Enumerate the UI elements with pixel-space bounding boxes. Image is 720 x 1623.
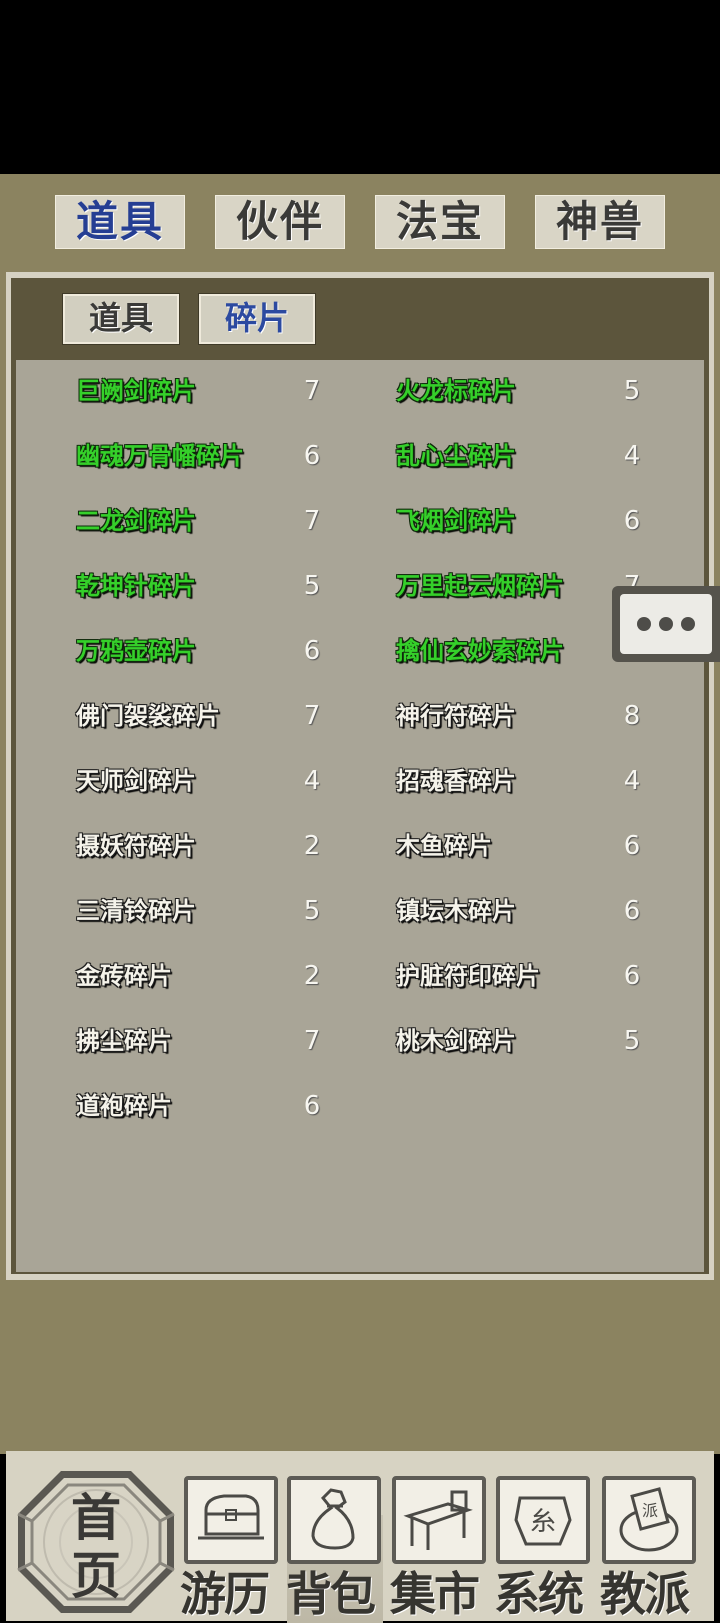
fragment-item[interactable]: 桃木剑碎片 5 [396, 1021, 662, 1061]
market-stall-icon[interactable] [392, 1476, 486, 1564]
fragment-name: 万鸦壶碎片 [76, 637, 196, 665]
fragment-name: 天师剑碎片 [76, 767, 196, 795]
fragment-name: 护脏符印碎片 [396, 962, 540, 990]
fragment-count: 6 [623, 961, 641, 991]
fragment-name: 乱心尘碎片 [396, 442, 516, 470]
fragment-count: 6 [623, 831, 641, 861]
fragment-count: 4 [623, 766, 641, 796]
fragment-name: 飞烟剑碎片 [396, 507, 516, 535]
fragment-name: 二龙剑碎片 [76, 507, 196, 535]
more-button[interactable] [612, 586, 720, 662]
fragment-count: 6 [623, 506, 641, 536]
fragment-name: 镇坛木碎片 [396, 897, 516, 925]
fragment-count: 2 [303, 961, 321, 991]
fragment-name: 木鱼碎片 [396, 832, 492, 860]
fragment-count: 7 [303, 701, 321, 731]
fragment-name: 幽魂万骨幡碎片 [76, 442, 244, 470]
tab-beasts[interactable]: 神兽 [535, 195, 665, 249]
fragment-item[interactable]: 镇坛木碎片 6 [396, 891, 662, 931]
fragment-item[interactable]: 拂尘碎片 7 [76, 1021, 342, 1061]
fragment-item[interactable]: 天师剑碎片 4 [76, 761, 342, 801]
fragment-count: 5 [303, 571, 321, 601]
fragment-count: 7 [303, 1026, 321, 1056]
fragment-item[interactable]: 巨阙剑碎片 7 [76, 371, 342, 411]
fragment-count: 8 [623, 701, 641, 731]
tab-items[interactable]: 道具 [55, 195, 185, 249]
fragment-item[interactable]: 佛门袈裟碎片 7 [76, 696, 342, 736]
fragment-name: 拂尘碎片 [76, 1027, 172, 1055]
fragment-item[interactable]: 金砖碎片 2 [76, 956, 342, 996]
fragment-count: 5 [303, 896, 321, 926]
cloth-bag-icon[interactable] [287, 1476, 381, 1564]
top-tab-bar: 道具 伙伴 法宝 神兽 [0, 174, 720, 274]
fragment-name: 擒仙玄妙索碎片 [396, 637, 564, 665]
inventory-panel-inner: 道具 碎片 巨阙剑碎片 7 幽魂万骨幡碎片 6 二龙剑碎片 7 乾坤针碎片 5 万鸦壶碎片 6 佛门… [11, 278, 709, 1274]
fragment-count: 5 [623, 1026, 641, 1056]
fragment-name: 巨阙剑碎片 [76, 377, 196, 405]
home-label-top: 首 [71, 1488, 121, 1547]
fragment-name: 神行符碎片 [396, 702, 516, 730]
fragment-count: 4 [623, 441, 641, 471]
fragment-item[interactable]: 护脏符印碎片 6 [396, 956, 662, 996]
fragment-count: 6 [623, 896, 641, 926]
bottom-nav-bar: 首 页 糸 派 游历 背包 集市 系统 教派 [6, 1451, 714, 1623]
tab-partners[interactable]: 伙伴 [215, 195, 345, 249]
nav-label-market[interactable]: 集市 [390, 1571, 480, 1621]
fragment-name: 桃木剑碎片 [396, 1027, 516, 1055]
fragment-count: 6 [303, 636, 321, 666]
fragment-count: 7 [303, 376, 321, 406]
fragment-item[interactable]: 万鸦壶碎片 6 [76, 631, 342, 671]
fragment-item[interactable]: 三清铃碎片 5 [76, 891, 342, 931]
fragment-count: 7 [303, 506, 321, 536]
subtab-fragments[interactable]: 碎片 [198, 293, 316, 345]
fragment-name: 三清铃碎片 [76, 897, 196, 925]
fragment-name: 金砖碎片 [76, 962, 172, 990]
home-label-bottom: 页 [71, 1546, 121, 1605]
home-button[interactable]: 首 页 [16, 1469, 176, 1615]
tab-treasures[interactable]: 法宝 [375, 195, 505, 249]
fragment-item[interactable]: 火龙标碎片 5 [396, 371, 662, 411]
fragment-count: 5 [623, 376, 641, 406]
svg-text:糸: 糸 [530, 1507, 556, 1537]
nav-label-backpack[interactable]: 背包 [286, 1571, 376, 1621]
fragment-item[interactable]: 幽魂万骨幡碎片 6 [76, 436, 342, 476]
fragment-item[interactable]: 二龙剑碎片 7 [76, 501, 342, 541]
fragment-count: 4 [303, 766, 321, 796]
fragment-name: 火龙标碎片 [396, 377, 516, 405]
fragment-name: 乾坤针碎片 [76, 572, 196, 600]
fragment-item[interactable]: 摄妖符碎片 2 [76, 826, 342, 866]
fragment-count: 6 [303, 1091, 321, 1121]
svg-text:派: 派 [642, 1501, 658, 1520]
fragment-item[interactable]: 木鱼碎片 6 [396, 826, 662, 866]
fragment-name: 万里起云烟碎片 [396, 572, 564, 600]
fragment-list: 巨阙剑碎片 7 幽魂万骨幡碎片 6 二龙剑碎片 7 乾坤针碎片 5 万鸦壶碎片 6 佛门袈裟碎片 7 天… [16, 360, 704, 1272]
game-screen: 道具 伙伴 法宝 神兽 道具 碎片 巨阙剑碎片 7 幽魂万骨幡碎片 6 二龙剑碎片 7 乾坤… [0, 174, 720, 1623]
fragment-item[interactable]: 乾坤针碎片 5 [76, 566, 342, 606]
sect-banner-icon[interactable]: 派 [602, 1476, 696, 1564]
nav-label-sect[interactable]: 教派 [600, 1571, 690, 1621]
subtab-items[interactable]: 道具 [62, 293, 180, 345]
more-dots-icon [620, 594, 712, 654]
fragment-count: 6 [303, 441, 321, 471]
fragment-name: 佛门袈裟碎片 [76, 702, 220, 730]
fragment-item[interactable]: 招魂香碎片 4 [396, 761, 662, 801]
home-octagon-icon: 首 页 [17, 1471, 175, 1613]
fragment-name: 摄妖符碎片 [76, 832, 196, 860]
treasure-chest-icon[interactable] [184, 1476, 278, 1564]
inventory-panel: 道具 碎片 巨阙剑碎片 7 幽魂万骨幡碎片 6 二龙剑碎片 7 乾坤针碎片 5 万鸦壶碎片 6 佛门… [6, 272, 714, 1280]
fragment-item[interactable]: 道袍碎片 6 [76, 1086, 342, 1126]
fragment-item[interactable]: 乱心尘碎片 4 [396, 436, 662, 476]
nav-label-system[interactable]: 系统 [494, 1571, 584, 1621]
fragment-item[interactable]: 飞烟剑碎片 6 [396, 501, 662, 541]
system-seal-icon[interactable]: 糸 [496, 1476, 590, 1564]
nav-label-travel[interactable]: 游历 [180, 1571, 270, 1621]
fragment-item[interactable]: 神行符碎片 8 [396, 696, 662, 736]
fragment-name: 道袍碎片 [76, 1092, 172, 1120]
fragment-count: 2 [303, 831, 321, 861]
fragment-name: 招魂香碎片 [396, 767, 516, 795]
